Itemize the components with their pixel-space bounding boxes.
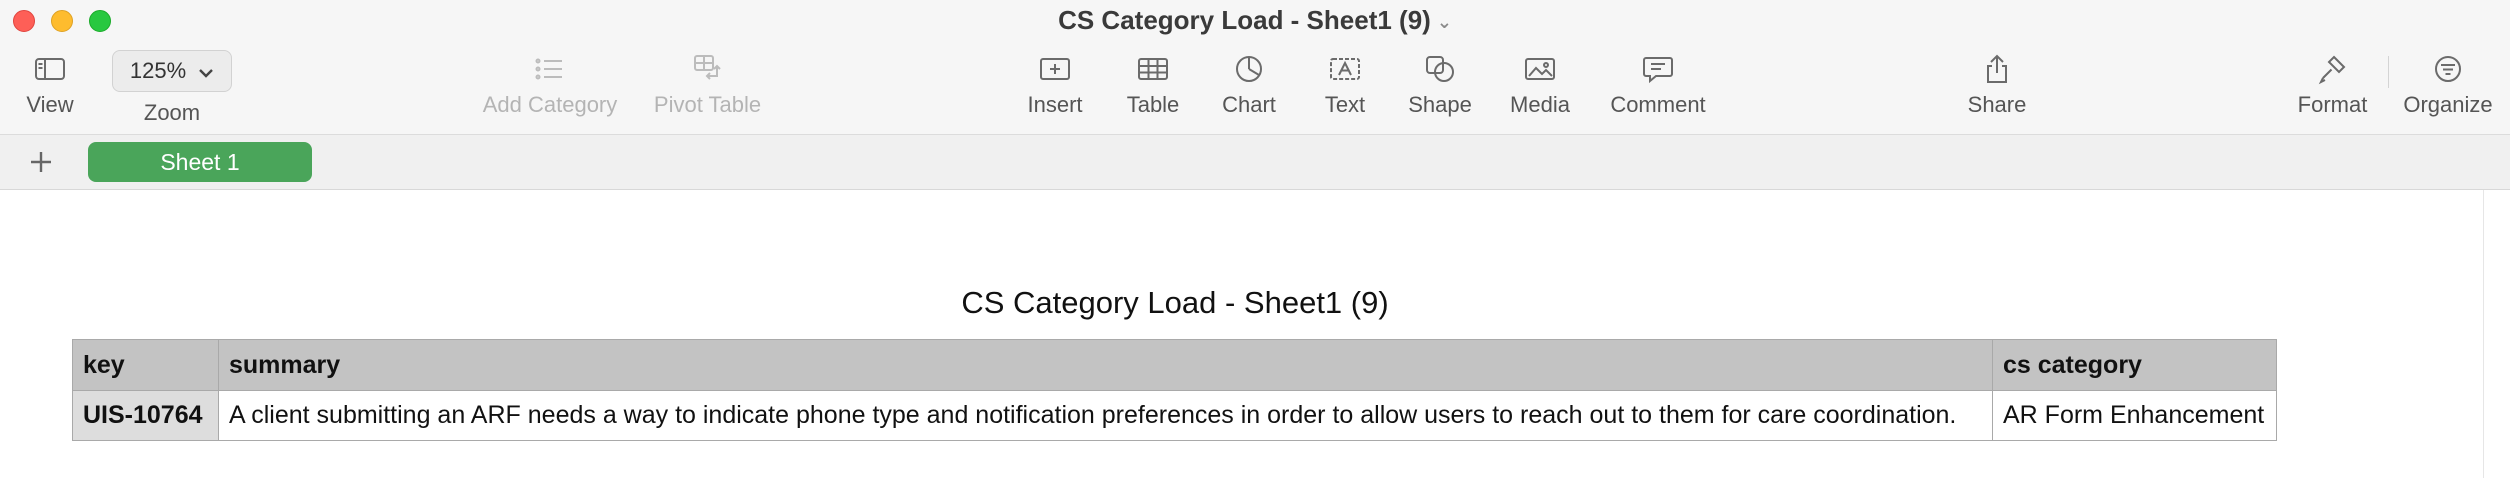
chart-label: Chart <box>1222 92 1276 117</box>
text-button[interactable]: Text <box>1305 48 1385 118</box>
list-icon <box>470 48 630 90</box>
sheet-canvas[interactable]: CS Category Load - Sheet1 (9) key summar… <box>0 190 2510 478</box>
format-button[interactable]: Format <box>2290 48 2375 118</box>
table-row: UIS-10764 A client submitting an ARF nee… <box>72 390 2277 441</box>
format-label: Format <box>2297 92 2368 117</box>
pivot-table-label: Pivot Table <box>653 92 762 117</box>
cell-cs-category[interactable]: AR Form Enhancement <box>1992 390 2277 441</box>
comment-icon <box>1603 48 1713 90</box>
sheet-tab-bar: Sheet 1 <box>0 135 2510 190</box>
add-category-button[interactable]: Add Category <box>470 48 630 118</box>
shape-label: Shape <box>1408 92 1472 117</box>
share-icon <box>1957 48 2037 90</box>
photo-icon <box>1500 48 1580 90</box>
share-label: Share <box>1967 92 2027 117</box>
text-label: Text <box>1324 92 1366 117</box>
toolbar-divider <box>2388 56 2389 88</box>
cell-key[interactable]: UIS-10764 <box>72 390 219 441</box>
insert-button[interactable]: Insert <box>1015 48 1095 118</box>
table-button[interactable]: Table <box>1113 48 1193 118</box>
zoom-value: 125% <box>129 58 187 83</box>
paintbrush-icon <box>2290 48 2375 90</box>
organize-icon <box>2398 48 2498 90</box>
table-label: Table <box>1126 92 1180 117</box>
window-title[interactable]: CS Category Load - Sheet1 (9) ⌄ <box>0 5 2510 36</box>
data-table[interactable]: key summary cs category UIS-10764 A clie… <box>72 339 2277 441</box>
sidebar-icon <box>20 48 80 90</box>
chevron-down-icon <box>198 58 214 84</box>
plus-icon <box>31 152 51 172</box>
tab-sheet-1[interactable]: Sheet 1 <box>88 142 312 182</box>
organize-button[interactable]: Organize <box>2398 48 2498 118</box>
comment-label: Comment <box>1610 92 1706 117</box>
pivot-table-icon <box>645 48 770 90</box>
chart-button[interactable]: Chart <box>1209 48 1289 118</box>
share-button[interactable]: Share <box>1957 48 2037 118</box>
view-label: View <box>26 92 74 117</box>
zoom-select[interactable]: 125% <box>112 50 232 92</box>
add-sheet-button[interactable] <box>26 147 56 177</box>
add-category-label: Add Category <box>482 92 618 117</box>
media-label: Media <box>1510 92 1570 117</box>
comment-button[interactable]: Comment <box>1603 48 1713 118</box>
media-button[interactable]: Media <box>1500 48 1580 118</box>
insert-icon <box>1015 48 1095 90</box>
toolbar: CS Category Load - Sheet1 (9) ⌄ View 125%… <box>0 0 2510 135</box>
table-icon <box>1113 48 1193 90</box>
insert-label: Insert <box>1027 92 1083 117</box>
zoom-label: Zoom <box>143 100 201 125</box>
shape-button[interactable]: Shape <box>1400 48 1480 118</box>
window-title-text: CS Category Load - Sheet1 (9) <box>1058 5 1431 35</box>
cell-summary[interactable]: A client submitting an ARF needs a way t… <box>218 390 1993 441</box>
table-title[interactable]: CS Category Load - Sheet1 (9) <box>0 285 2350 321</box>
pivot-table-button[interactable]: Pivot Table <box>645 48 770 118</box>
shape-icon <box>1400 48 1480 90</box>
column-header-key[interactable]: key <box>72 339 219 391</box>
chart-icon <box>1209 48 1289 90</box>
text-box-icon <box>1305 48 1385 90</box>
organize-label: Organize <box>2403 92 2493 117</box>
scrollbar-track[interactable] <box>2483 190 2484 478</box>
chevron-down-icon: ⌄ <box>1436 11 1452 32</box>
view-button[interactable]: View <box>20 48 80 118</box>
tab-sheet-1-label: Sheet 1 <box>160 148 240 175</box>
table-header-row: key summary cs category <box>72 339 2277 391</box>
column-header-summary[interactable]: summary <box>218 339 1993 391</box>
column-header-cs-category[interactable]: cs category <box>1992 339 2277 391</box>
